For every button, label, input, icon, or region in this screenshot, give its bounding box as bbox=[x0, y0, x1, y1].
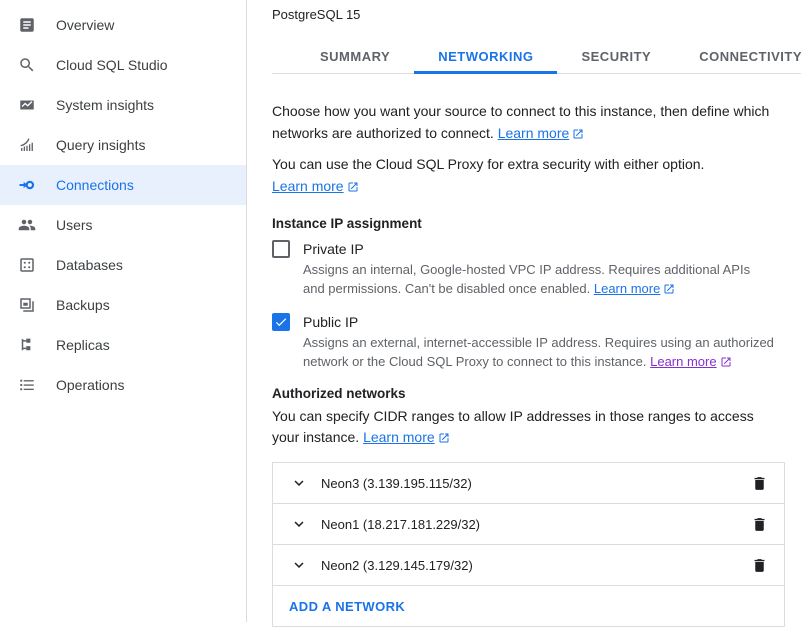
public-ip-label: Public IP bbox=[303, 313, 358, 331]
main-content: PostgreSQL 15 SUMMARY NETWORKING SECURIT… bbox=[248, 0, 801, 622]
sidebar-item-backups[interactable]: Backups bbox=[0, 285, 246, 325]
sidebar-item-label: Replicas bbox=[56, 337, 110, 353]
learn-more-link[interactable]: Learn more bbox=[363, 429, 450, 445]
delete-network-icon[interactable] bbox=[751, 557, 768, 574]
delete-network-icon[interactable] bbox=[751, 475, 768, 492]
sidebar-item-overview[interactable]: Overview bbox=[0, 5, 246, 45]
private-ip-checkbox[interactable] bbox=[272, 240, 290, 258]
sidebar: Overview Cloud SQL Studio System insight… bbox=[0, 0, 247, 622]
add-network-row: ADD A NETWORK bbox=[273, 586, 784, 626]
replicas-icon bbox=[18, 336, 36, 354]
query-insights-icon bbox=[18, 136, 36, 154]
overview-icon bbox=[18, 16, 36, 34]
intro-paragraph: Choose how you want your source to conne… bbox=[272, 100, 777, 144]
sidebar-item-label: Overview bbox=[56, 17, 114, 33]
sidebar-item-databases[interactable]: Databases bbox=[0, 245, 246, 285]
learn-more-link[interactable]: Learn more bbox=[650, 354, 731, 369]
authorized-networks-table: Neon3 (3.139.195.115/32) Neon1 (18.217.1… bbox=[272, 462, 785, 627]
search-icon bbox=[18, 56, 36, 74]
connections-icon bbox=[18, 176, 36, 194]
public-ip-description: Assigns an external, internet-accessible… bbox=[303, 334, 775, 371]
tab-bar: SUMMARY NETWORKING SECURITY CONNECTIVITY… bbox=[272, 43, 801, 74]
users-icon bbox=[18, 216, 36, 234]
chevron-down-icon[interactable] bbox=[290, 515, 308, 533]
operations-icon bbox=[18, 376, 36, 394]
sidebar-item-label: Connections bbox=[56, 177, 134, 193]
private-ip-description: Assigns an internal, Google-hosted VPC I… bbox=[303, 261, 775, 298]
public-ip-checkbox[interactable] bbox=[272, 313, 290, 331]
private-ip-label: Private IP bbox=[303, 240, 364, 258]
sidebar-item-operations[interactable]: Operations bbox=[0, 365, 246, 405]
network-row: Neon2 (3.129.145.179/32) bbox=[273, 545, 784, 586]
sidebar-item-label: Query insights bbox=[56, 137, 145, 153]
ip-assignment-heading: Instance IP assignment bbox=[272, 216, 801, 231]
databases-icon bbox=[18, 256, 36, 274]
open-in-new-icon bbox=[572, 128, 584, 140]
proxy-paragraph: You can use the Cloud SQL Proxy for extr… bbox=[272, 153, 777, 197]
tab-networking[interactable]: NETWORKING bbox=[414, 43, 557, 73]
sidebar-item-query-insights[interactable]: Query insights bbox=[0, 125, 246, 165]
learn-more-link[interactable]: Learn more bbox=[272, 178, 359, 194]
sidebar-item-label: Backups bbox=[56, 297, 110, 313]
private-ip-option: Private IP Assigns an internal, Google-h… bbox=[272, 240, 801, 298]
sidebar-item-users[interactable]: Users bbox=[0, 205, 246, 245]
sidebar-item-system-insights[interactable]: System insights bbox=[0, 85, 246, 125]
sidebar-item-replicas[interactable]: Replicas bbox=[0, 325, 246, 365]
learn-more-link[interactable]: Learn more bbox=[594, 281, 675, 296]
authorized-networks-heading: Authorized networks bbox=[272, 386, 801, 401]
open-in-new-icon bbox=[720, 356, 732, 368]
sidebar-item-label: System insights bbox=[56, 97, 154, 113]
chevron-down-icon[interactable] bbox=[290, 474, 308, 492]
public-ip-option: Public IP Assigns an external, internet-… bbox=[272, 313, 801, 371]
network-label: Neon2 (3.129.145.179/32) bbox=[321, 558, 751, 573]
chevron-down-icon[interactable] bbox=[290, 556, 308, 574]
network-label: Neon3 (3.139.195.115/32) bbox=[321, 476, 751, 491]
network-row: Neon1 (18.217.181.229/32) bbox=[273, 504, 784, 545]
network-label: Neon1 (18.217.181.229/32) bbox=[321, 517, 751, 532]
sidebar-item-label: Operations bbox=[56, 377, 124, 393]
sidebar-item-connections[interactable]: Connections bbox=[0, 165, 246, 205]
system-insights-icon bbox=[18, 96, 36, 114]
sidebar-item-label: Cloud SQL Studio bbox=[56, 57, 168, 73]
learn-more-link[interactable]: Learn more bbox=[498, 125, 585, 141]
cloud-sql-connections-page: Overview Cloud SQL Studio System insight… bbox=[0, 0, 801, 622]
open-in-new-icon bbox=[438, 432, 450, 444]
add-network-button[interactable]: ADD A NETWORK bbox=[273, 599, 405, 614]
tab-summary[interactable]: SUMMARY bbox=[296, 43, 414, 73]
open-in-new-icon bbox=[663, 283, 675, 295]
network-row: Neon3 (3.139.195.115/32) bbox=[273, 463, 784, 504]
tab-connectivity-tests[interactable]: CONNECTIVITY TESTS bbox=[675, 43, 801, 73]
sidebar-item-cloud-sql-studio[interactable]: Cloud SQL Studio bbox=[0, 45, 246, 85]
authorized-networks-description: You can specify CIDR ranges to allow IP … bbox=[272, 406, 777, 448]
backups-icon bbox=[18, 296, 36, 314]
open-in-new-icon bbox=[347, 181, 359, 193]
sidebar-item-label: Databases bbox=[56, 257, 123, 273]
delete-network-icon[interactable] bbox=[751, 516, 768, 533]
proxy-text: You can use the Cloud SQL Proxy for extr… bbox=[272, 156, 704, 172]
sidebar-item-label: Users bbox=[56, 217, 93, 233]
tab-security[interactable]: SECURITY bbox=[557, 43, 675, 73]
instance-version-label: PostgreSQL 15 bbox=[272, 0, 801, 22]
